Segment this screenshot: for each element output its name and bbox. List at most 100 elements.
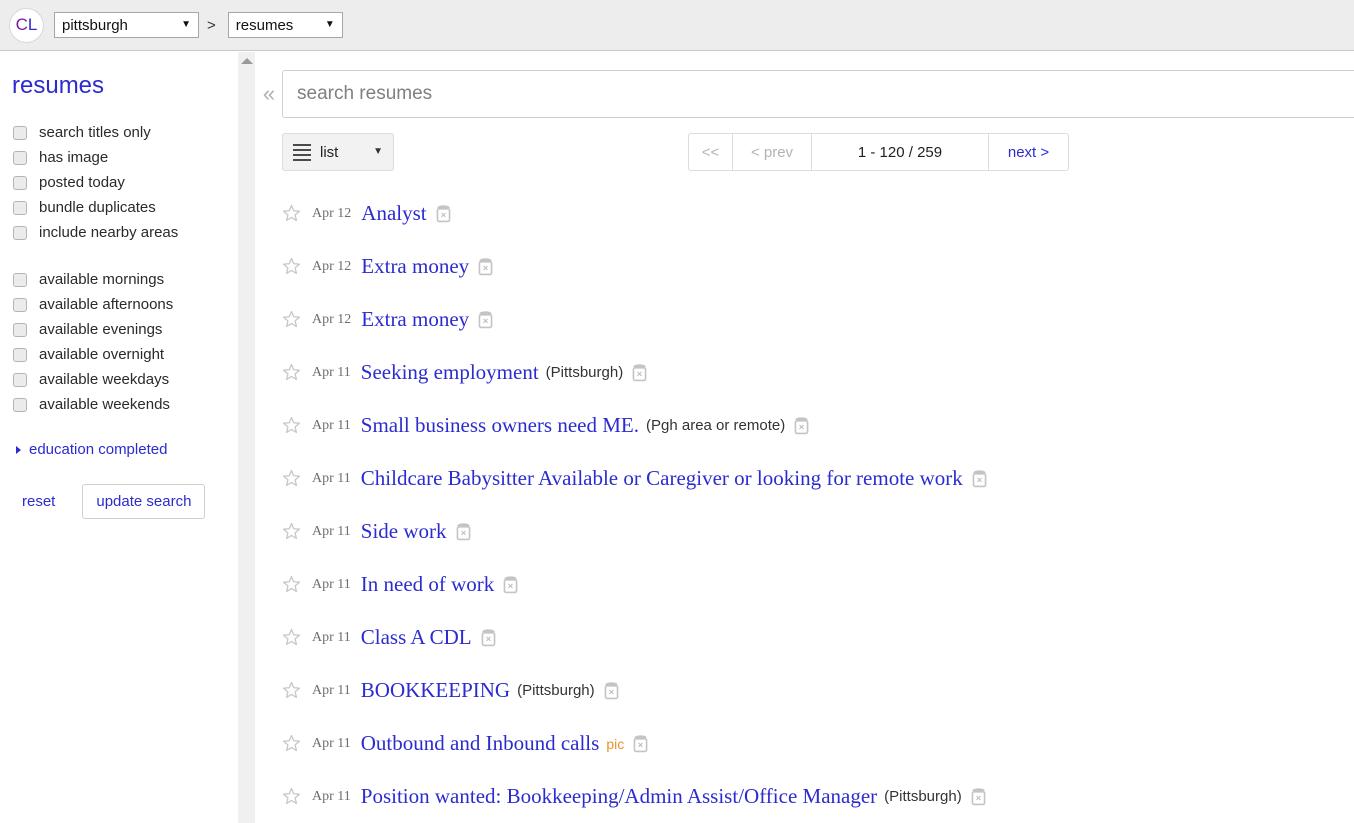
result-row[interactable]: Apr 11 Seeking employment (Pittsburgh) × — [282, 346, 1354, 399]
result-title-link[interactable]: Analyst — [361, 201, 426, 226]
checkbox-icon[interactable] — [13, 225, 27, 240]
favorite-star-icon[interactable] — [282, 681, 301, 700]
checkbox-icon[interactable] — [13, 175, 27, 190]
favorite-star-icon[interactable] — [282, 522, 301, 541]
favorite-star-icon[interactable] — [282, 416, 301, 435]
result-title-link[interactable]: Extra money — [361, 307, 469, 332]
favorite-star-icon[interactable] — [282, 787, 301, 806]
checkbox-icon[interactable] — [13, 347, 27, 362]
banish-trash-icon[interactable]: × — [603, 681, 620, 700]
filter-include-nearby-areas[interactable]: include nearby areas — [0, 220, 235, 245]
result-title-link[interactable]: Extra money — [361, 254, 469, 279]
checkbox-icon[interactable] — [13, 200, 27, 215]
sidebar-scrollbar[interactable] — [238, 52, 255, 823]
result-pic-tag: pic — [606, 735, 625, 752]
result-title-link[interactable]: Position wanted: Bookkeeping/Admin Assis… — [361, 784, 877, 809]
checkbox-icon[interactable] — [13, 297, 27, 312]
result-row[interactable]: Apr 11 Class A CDL × — [282, 611, 1354, 664]
favorite-star-icon[interactable] — [282, 363, 301, 382]
checkbox-icon[interactable] — [13, 272, 27, 287]
banish-trash-icon[interactable]: × — [477, 257, 494, 276]
checkbox-icon[interactable] — [13, 125, 27, 140]
banish-trash-icon[interactable]: × — [502, 575, 519, 594]
favorite-star-icon[interactable] — [282, 204, 301, 223]
page-first-button[interactable]: << — [689, 134, 733, 170]
collapse-sidebar-icon[interactable]: « — [256, 83, 282, 105]
filter-available-weekends[interactable]: available weekends — [0, 392, 235, 417]
result-title-link[interactable]: Small business owners need ME. — [361, 413, 639, 438]
favorite-star-icon[interactable] — [282, 310, 301, 329]
result-title-link[interactable]: Seeking employment — [361, 360, 539, 385]
result-title-link[interactable]: Childcare Babysitter Available or Caregi… — [361, 466, 963, 491]
result-title-link[interactable]: Side work — [361, 519, 447, 544]
favorite-star-icon[interactable] — [282, 734, 301, 753]
result-title-link[interactable]: Outbound and Inbound calls — [361, 731, 600, 756]
filter-label: has image — [39, 149, 109, 166]
update-search-button[interactable]: update search — [82, 484, 206, 519]
filter-available-overnight[interactable]: available overnight — [0, 342, 235, 367]
scroll-up-arrow-icon[interactable] — [240, 58, 253, 64]
banish-trash-icon[interactable]: × — [971, 469, 988, 488]
filter-search-titles-only[interactable]: search titles only — [0, 120, 235, 145]
logo-letter-l: L — [27, 15, 38, 34]
filter-label: search titles only — [39, 124, 151, 141]
checkbox-icon[interactable] — [13, 322, 27, 337]
area-select[interactable]: pittsburgh ▼ — [54, 12, 199, 38]
results-toolbar: list ▼ << < prev 1 - 120 / 259 next > — [256, 133, 1354, 171]
search-row: « — [256, 52, 1354, 118]
filter-available-weekdays[interactable]: available weekdays — [0, 367, 235, 392]
result-row[interactable]: Apr 12 Analyst × — [282, 187, 1354, 240]
area-select-value: pittsburgh — [62, 16, 128, 34]
favorite-star-icon[interactable] — [282, 469, 301, 488]
category-select[interactable]: resumes ▼ — [227, 12, 343, 38]
result-title-link[interactable]: BOOKKEEPING — [361, 678, 510, 703]
filter-available-afternoons[interactable]: available afternoons — [0, 292, 235, 317]
result-row[interactable]: Apr 11 Side work × — [282, 505, 1354, 558]
svg-text:×: × — [608, 687, 614, 698]
filter-has-image[interactable]: has image — [0, 145, 235, 170]
result-row[interactable]: Apr 11 Childcare Babysitter Available or … — [282, 452, 1354, 505]
banish-trash-icon[interactable]: × — [455, 522, 472, 541]
result-location: (Pittsburgh) — [517, 682, 595, 699]
banish-trash-icon[interactable]: × — [970, 787, 987, 806]
filter-posted-today[interactable]: posted today — [0, 170, 235, 195]
result-row[interactable]: Apr 11 Small business owners need ME. (Pgh… — [282, 399, 1354, 452]
result-row[interactable]: Apr 12 Extra money × — [282, 293, 1354, 346]
checkbox-icon[interactable] — [13, 372, 27, 387]
checkbox-icon[interactable] — [13, 397, 27, 412]
site-header: CL pittsburgh ▼ > resumes ▼ — [0, 0, 1354, 51]
result-row[interactable]: Apr 11 BOOKKEEPING (Pittsburgh) × — [282, 664, 1354, 717]
filter-label: available afternoons — [39, 296, 174, 313]
banish-trash-icon[interactable]: × — [632, 734, 649, 753]
favorite-star-icon[interactable] — [282, 257, 301, 276]
education-completed-expander[interactable]: education completed — [0, 441, 235, 458]
result-title-link[interactable]: Class A CDL — [361, 625, 472, 650]
filter-available-mornings[interactable]: available mornings — [0, 267, 235, 292]
result-date: Apr 11 — [312, 788, 351, 804]
page-prev-button[interactable]: < prev — [733, 134, 812, 170]
result-title-link[interactable]: In need of work — [361, 572, 495, 597]
hamburger-icon — [293, 143, 311, 161]
reset-link[interactable]: reset — [22, 493, 55, 510]
chevron-down-icon: ▼ — [181, 19, 191, 30]
banish-trash-icon[interactable]: × — [477, 310, 494, 329]
result-date: Apr 12 — [312, 258, 352, 274]
banish-trash-icon[interactable]: × — [631, 363, 648, 382]
banish-trash-icon[interactable]: × — [793, 416, 810, 435]
result-row[interactable]: Apr 11 Outbound and Inbound calls pic × — [282, 717, 1354, 770]
checkbox-icon[interactable] — [13, 150, 27, 165]
search-input[interactable] — [282, 70, 1354, 118]
filter-available-evenings[interactable]: available evenings — [0, 317, 235, 342]
page-next-button[interactable]: next > — [989, 134, 1068, 170]
result-row[interactable]: Apr 11 In need of work × — [282, 558, 1354, 611]
filter-bundle-duplicates[interactable]: bundle duplicates — [0, 195, 235, 220]
view-mode-select[interactable]: list ▼ — [282, 133, 394, 171]
favorite-star-icon[interactable] — [282, 628, 301, 647]
result-row[interactable]: Apr 12 Extra money × — [282, 240, 1354, 293]
banish-trash-icon[interactable]: × — [480, 628, 497, 647]
filter-label: available overnight — [39, 346, 165, 363]
result-row[interactable]: Apr 11 Position wanted: Bookkeeping/Admin… — [282, 770, 1354, 823]
banish-trash-icon[interactable]: × — [435, 204, 452, 223]
favorite-star-icon[interactable] — [282, 575, 301, 594]
craigslist-logo-icon[interactable]: CL — [9, 7, 44, 43]
